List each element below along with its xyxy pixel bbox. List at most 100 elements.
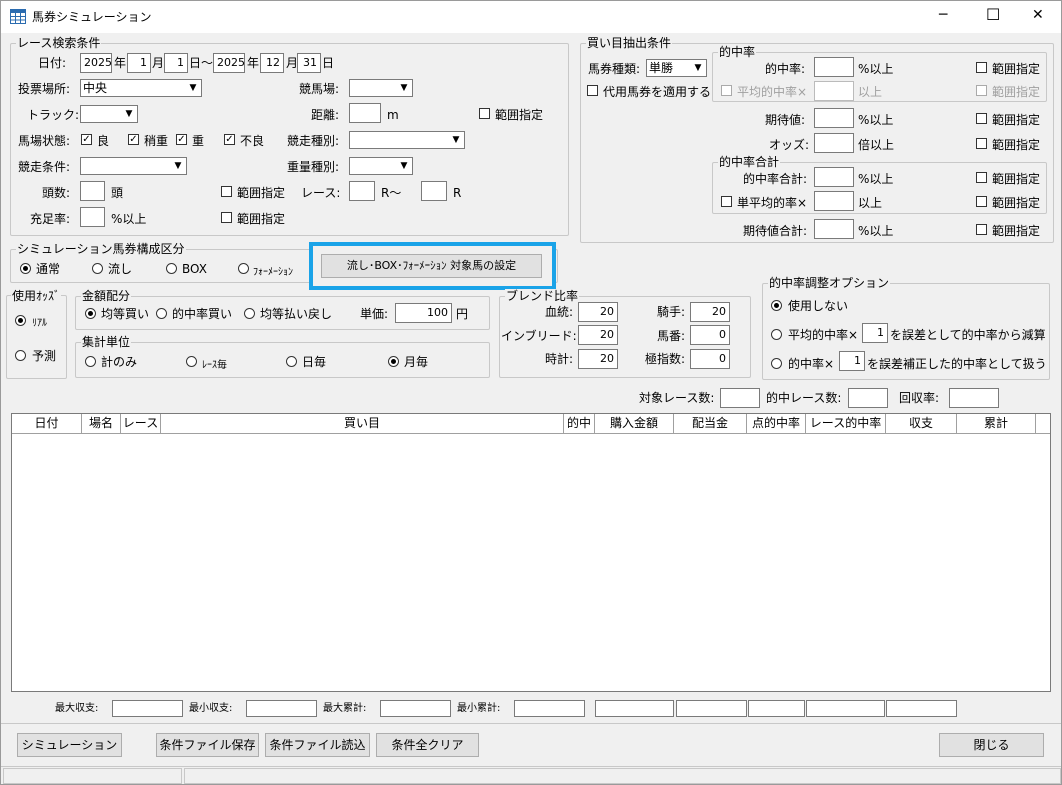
total-hit-input[interactable]: [814, 167, 854, 187]
track-select[interactable]: ▼: [80, 105, 138, 123]
minimize-button[interactable]: ─: [939, 7, 947, 23]
single-avg-input[interactable]: [814, 191, 854, 211]
cond-slightly-heavy-checkbox[interactable]: ✓: [128, 134, 139, 145]
load-conditions-button[interactable]: 条件ファイル読込: [265, 733, 370, 757]
from-year-input[interactable]: 2025: [80, 53, 112, 73]
avg-hit-checkbox[interactable]: [721, 85, 732, 96]
horse-number-input[interactable]: 0: [690, 325, 730, 345]
amount-even-label: 均等買い: [101, 307, 150, 321]
col-bets[interactable]: 買い目: [161, 414, 564, 433]
target-horse-button[interactable]: 流し･BOX･ﾌｫｰﾒｰｼｮﾝ 対象馬の設定: [321, 254, 542, 278]
col-purchase[interactable]: 購入金額: [595, 414, 674, 433]
col-balance[interactable]: 収支: [886, 414, 957, 433]
race-from-input[interactable]: [349, 181, 375, 201]
amount-even-radio[interactable]: [85, 308, 96, 319]
substitute-checkbox[interactable]: [587, 85, 598, 96]
unit-year-2: 年: [247, 56, 260, 70]
sim-box-radio[interactable]: [166, 263, 177, 274]
venue-select[interactable]: 中央 ▼: [80, 79, 202, 97]
col-date[interactable]: 日付: [12, 414, 82, 433]
adjust-opt1-input[interactable]: 1: [862, 323, 888, 343]
inbreed-input[interactable]: 20: [578, 325, 618, 345]
col-point-hit[interactable]: 点的中率: [747, 414, 806, 433]
save-conditions-button[interactable]: 条件ファイル保存: [156, 733, 259, 757]
to-month-input[interactable]: 12: [260, 53, 284, 73]
hit-rate-input[interactable]: [814, 57, 854, 77]
weight-select[interactable]: ▼: [349, 157, 413, 175]
amount-hit-radio[interactable]: [156, 308, 167, 319]
amount-payout-label: 均等払い戻し: [260, 307, 333, 321]
heads-range-checkbox[interactable]: [221, 186, 232, 197]
odds-input[interactable]: [814, 133, 854, 153]
cond-heavy-checkbox[interactable]: ✓: [176, 134, 187, 145]
single-avg-checkbox[interactable]: [721, 196, 732, 207]
agg-day-radio[interactable]: [286, 356, 297, 367]
from-month-input[interactable]: 1: [127, 53, 151, 73]
maximize-button[interactable]: ☐: [986, 5, 1000, 24]
sim-normal-radio[interactable]: [20, 263, 31, 274]
race-unit-to: R: [453, 186, 462, 200]
amount-payout-radio[interactable]: [244, 308, 255, 319]
col-race[interactable]: レース: [121, 414, 161, 433]
ev-total-input[interactable]: [814, 219, 854, 239]
avg-hit-range-checkbox[interactable]: [976, 85, 987, 96]
course-select[interactable]: ▼: [349, 79, 413, 97]
race-type-select[interactable]: ▼: [349, 131, 465, 149]
agg-month-radio[interactable]: [388, 356, 399, 367]
ev-total-range-checkbox[interactable]: [976, 224, 987, 235]
adjust-opt2-radio[interactable]: [771, 358, 782, 369]
race-to-input[interactable]: [421, 181, 447, 201]
odds-range-checkbox[interactable]: [976, 138, 987, 149]
sim-formation-radio[interactable]: [238, 263, 249, 274]
clear-conditions-button[interactable]: 条件全クリア: [376, 733, 479, 757]
heads-input[interactable]: [80, 181, 105, 201]
total-hit-range-checkbox[interactable]: [976, 172, 987, 183]
col-venue[interactable]: 場名: [82, 414, 121, 433]
blood-label: 血統:: [544, 305, 573, 319]
ev-total-label: 期待値合計:: [743, 224, 808, 238]
index-input[interactable]: 0: [690, 349, 730, 369]
jockey-input[interactable]: 20: [690, 302, 730, 322]
col-payout[interactable]: 配当金: [674, 414, 747, 433]
avg-hit-input[interactable]: [814, 81, 854, 101]
ev-range-checkbox[interactable]: [976, 113, 987, 124]
clock-input[interactable]: 20: [578, 349, 618, 369]
hit-range-checkbox[interactable]: [976, 62, 987, 73]
col-cumulative[interactable]: 累計: [957, 414, 1036, 433]
bet-kind-select[interactable]: 単勝 ▼: [646, 59, 707, 77]
cond-bad-checkbox[interactable]: ✓: [224, 134, 235, 145]
adjust-opt1-radio[interactable]: [771, 329, 782, 340]
ev-input[interactable]: [814, 108, 854, 128]
max-cumulative-label: 最大累計:: [323, 703, 367, 714]
sim-flow-radio[interactable]: [92, 263, 103, 274]
adjust-none-radio[interactable]: [771, 300, 782, 311]
to-day-input[interactable]: 31: [297, 53, 321, 73]
odds-range-label: 範囲指定: [992, 138, 1041, 152]
cond-good-checkbox[interactable]: ✓: [81, 134, 92, 145]
unit-price-input[interactable]: 100: [395, 303, 452, 323]
close-window-button[interactable]: ✕: [1032, 7, 1044, 23]
fill-range-checkbox[interactable]: [221, 212, 232, 223]
agg-race-radio[interactable]: [186, 356, 197, 367]
total-hit-label: 的中率合計:: [743, 172, 808, 186]
blood-input[interactable]: 20: [578, 302, 618, 322]
col-race-hit[interactable]: レース的中率: [806, 414, 886, 433]
fill-rate-input[interactable]: [80, 207, 105, 227]
max-balance-label: 最大収支:: [55, 703, 99, 714]
col-hit[interactable]: 的中: [564, 414, 595, 433]
title-bar: 馬券シミュレーション ─ ☐ ✕: [1, 1, 1061, 33]
unit-day: 日: [322, 56, 335, 70]
odds-real-radio[interactable]: [15, 315, 26, 326]
simulate-button[interactable]: シミュレーション: [17, 733, 122, 757]
distance-range-checkbox[interactable]: [479, 108, 490, 119]
distance-input[interactable]: [349, 103, 381, 123]
race-cond-select[interactable]: ▼: [80, 157, 187, 175]
to-year-input[interactable]: 2025: [213, 53, 245, 73]
single-avg-range-checkbox[interactable]: [976, 196, 987, 207]
adjust-opt2-input[interactable]: 1: [839, 351, 865, 371]
odds-predict-radio[interactable]: [15, 350, 26, 361]
from-day-input[interactable]: 1: [164, 53, 188, 73]
close-button[interactable]: 閉じる: [939, 733, 1044, 757]
results-table[interactable]: [11, 413, 1051, 692]
agg-total-radio[interactable]: [85, 356, 96, 367]
